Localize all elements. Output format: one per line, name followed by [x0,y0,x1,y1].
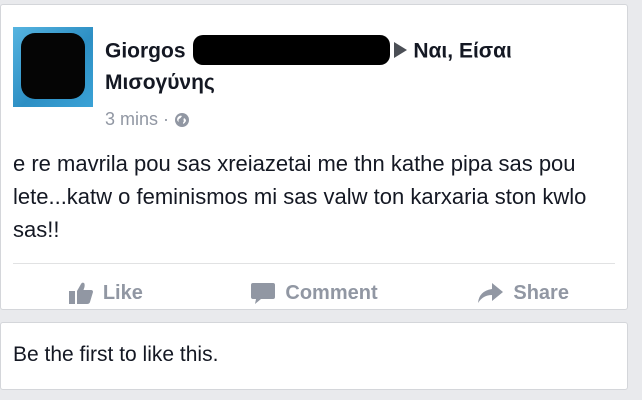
comment-icon [250,281,276,305]
likes-summary: Be the first to like this. [13,343,219,366]
comment-label: Comment [285,281,378,304]
target-page-name[interactable]: Ναι, Είσαι [413,40,512,63]
redaction-block [21,33,85,99]
divider [13,263,615,264]
likes-summary-bar: Be the first to like this. [0,322,628,390]
post-card: Giorgos Ναι, Είσαι Μισογύνης 3 mins · e … [0,4,628,310]
target-page-name-line2[interactable]: Μισογύνης [105,69,215,97]
thumbs-up-icon [68,281,94,305]
like-button[interactable]: Like [1,275,210,311]
share-button[interactable]: Share [418,275,627,311]
post-timestamp[interactable]: 3 mins [105,109,158,130]
avatar[interactable] [13,27,93,107]
author-name[interactable]: Giorgos [105,40,186,63]
redaction-block [193,35,391,65]
arrow-right-icon [394,42,408,58]
meta-separator: · [163,109,170,129]
post-header: Giorgos Ναι, Είσαι [105,35,512,67]
post-meta: 3 mins · [105,109,190,130]
post-body: e re mavrila pou sas xreiazetai me thn k… [13,151,587,242]
share-arrow-icon [476,281,504,305]
share-label: Share [513,281,569,304]
action-bar: Like Comment Share [1,275,627,311]
like-label: Like [102,281,143,304]
comment-button[interactable]: Comment [210,275,419,311]
globe-icon[interactable] [174,112,190,128]
